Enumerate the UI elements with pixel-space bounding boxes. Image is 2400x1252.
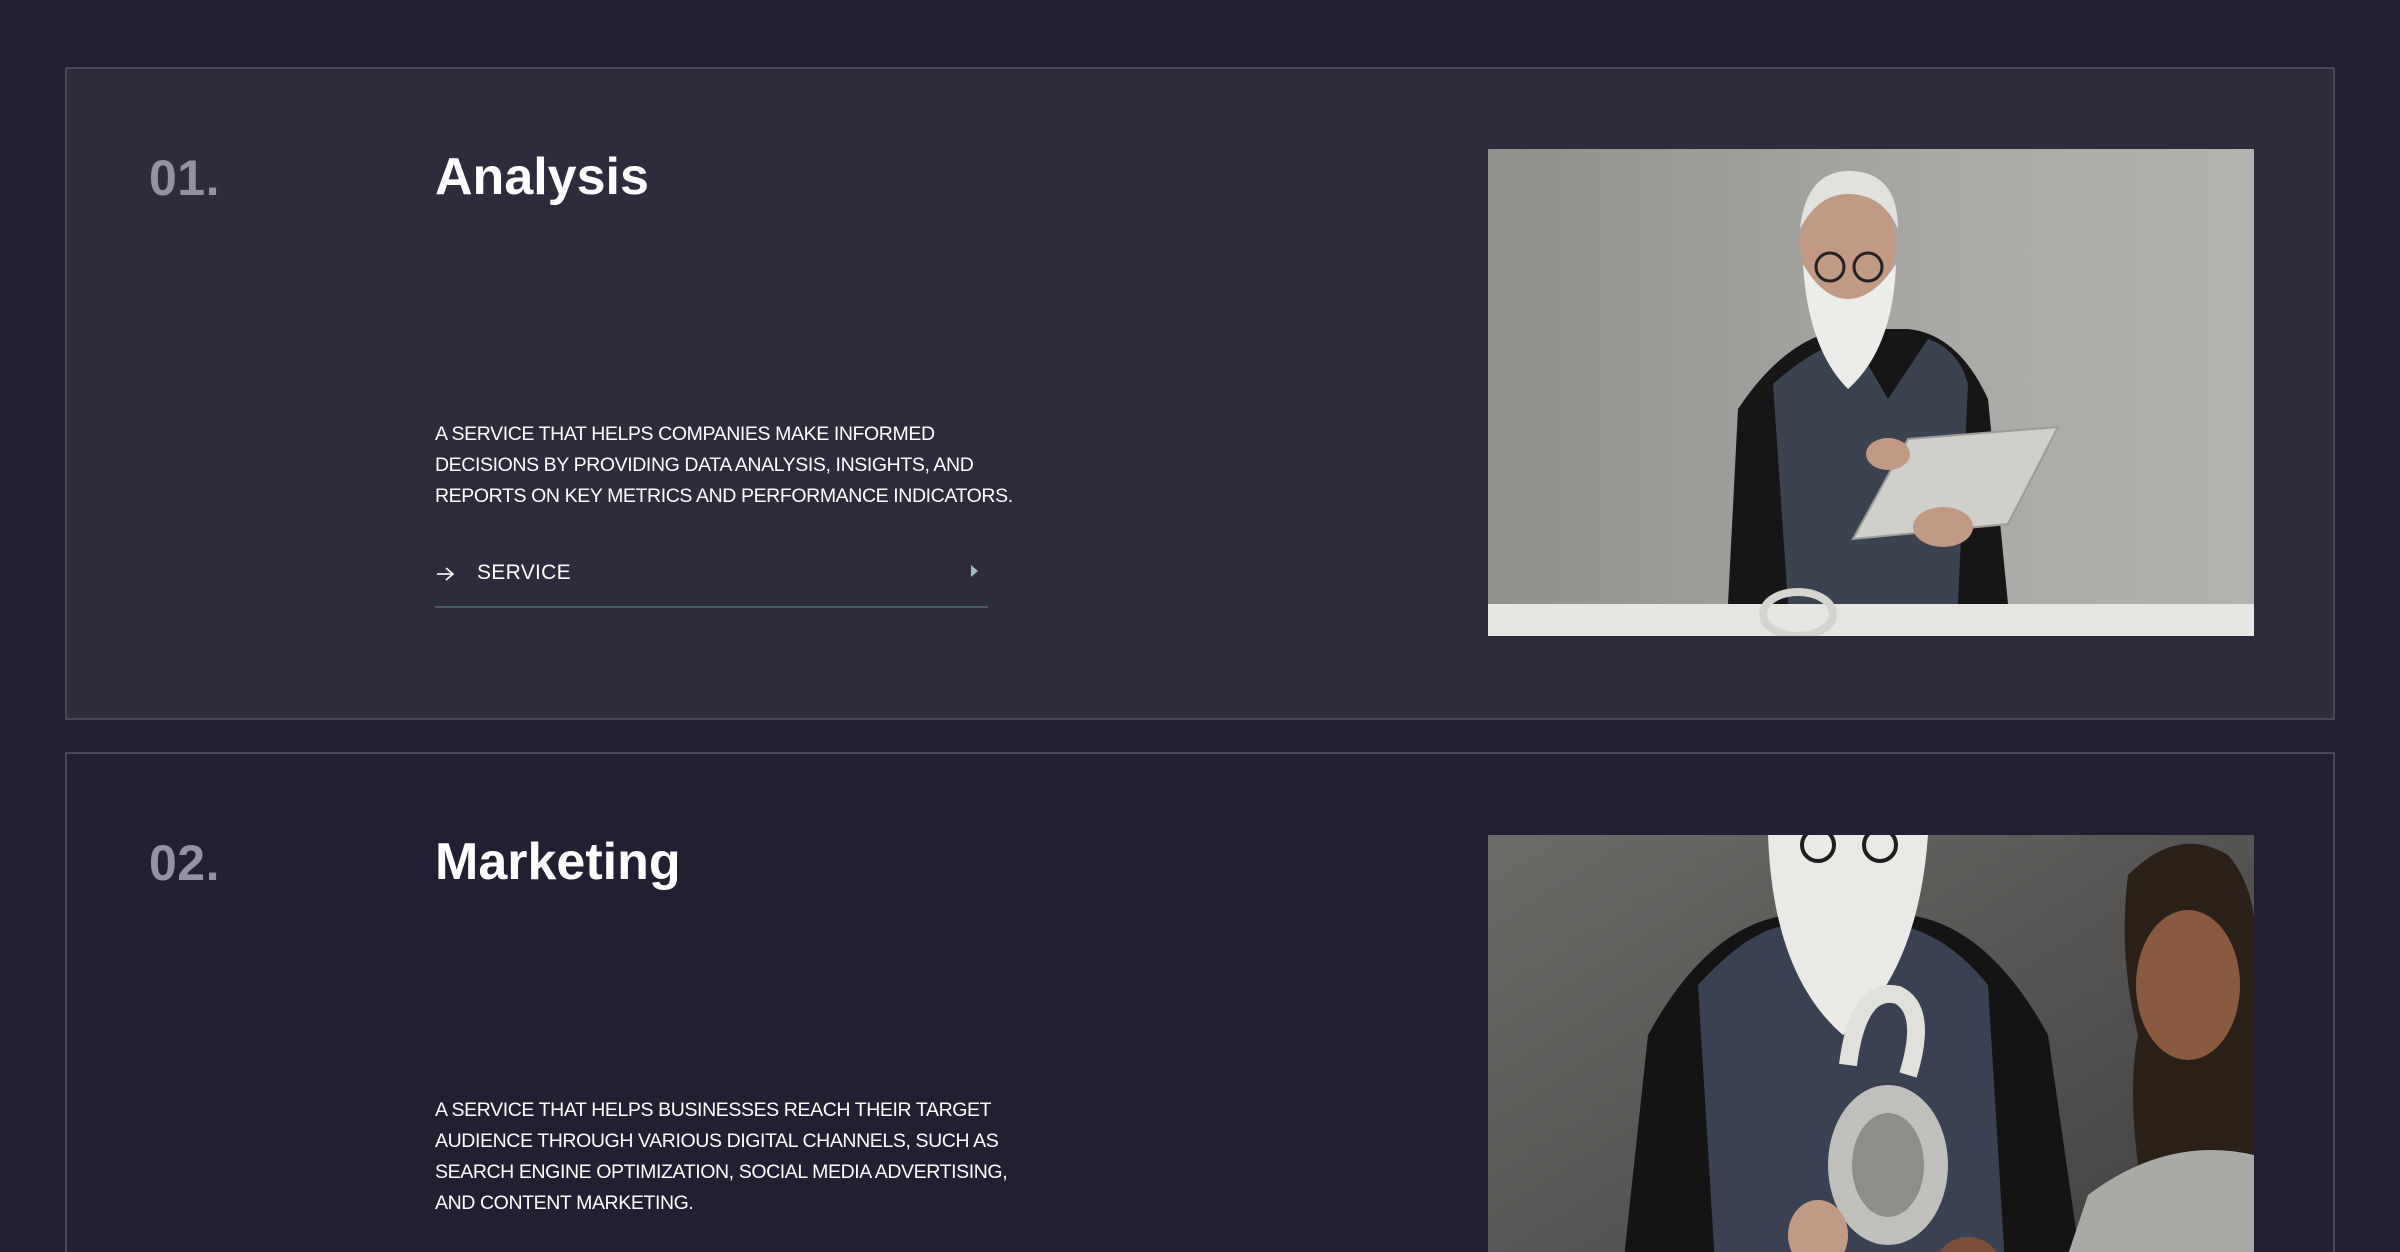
service-image [1488, 835, 2254, 1252]
service-number: 02. [149, 835, 221, 891]
service-title: Analysis [435, 148, 649, 206]
service-link[interactable]: SERVICE [435, 561, 988, 608]
service-link-label: SERVICE [477, 561, 571, 584]
service-description: A service that helps businesses reach th… [435, 1099, 1008, 1214]
service-description: A service that helps companies make info… [435, 423, 1013, 507]
arrow-right-icon [437, 567, 455, 581]
photo-placeholder-icon [1488, 149, 2254, 636]
caret-right-icon [971, 565, 978, 577]
service-card-marketing: 02. Marketing A service that helps busin… [65, 752, 2335, 1252]
service-number: 01. [149, 150, 221, 206]
service-title: Marketing [435, 833, 681, 891]
service-card-analysis: 01. Analysis A service that helps compan… [65, 67, 2335, 720]
photo-placeholder-icon [1488, 835, 2254, 1252]
service-image [1488, 149, 2254, 636]
services-page: 01. Analysis A service that helps compan… [0, 0, 2400, 1252]
